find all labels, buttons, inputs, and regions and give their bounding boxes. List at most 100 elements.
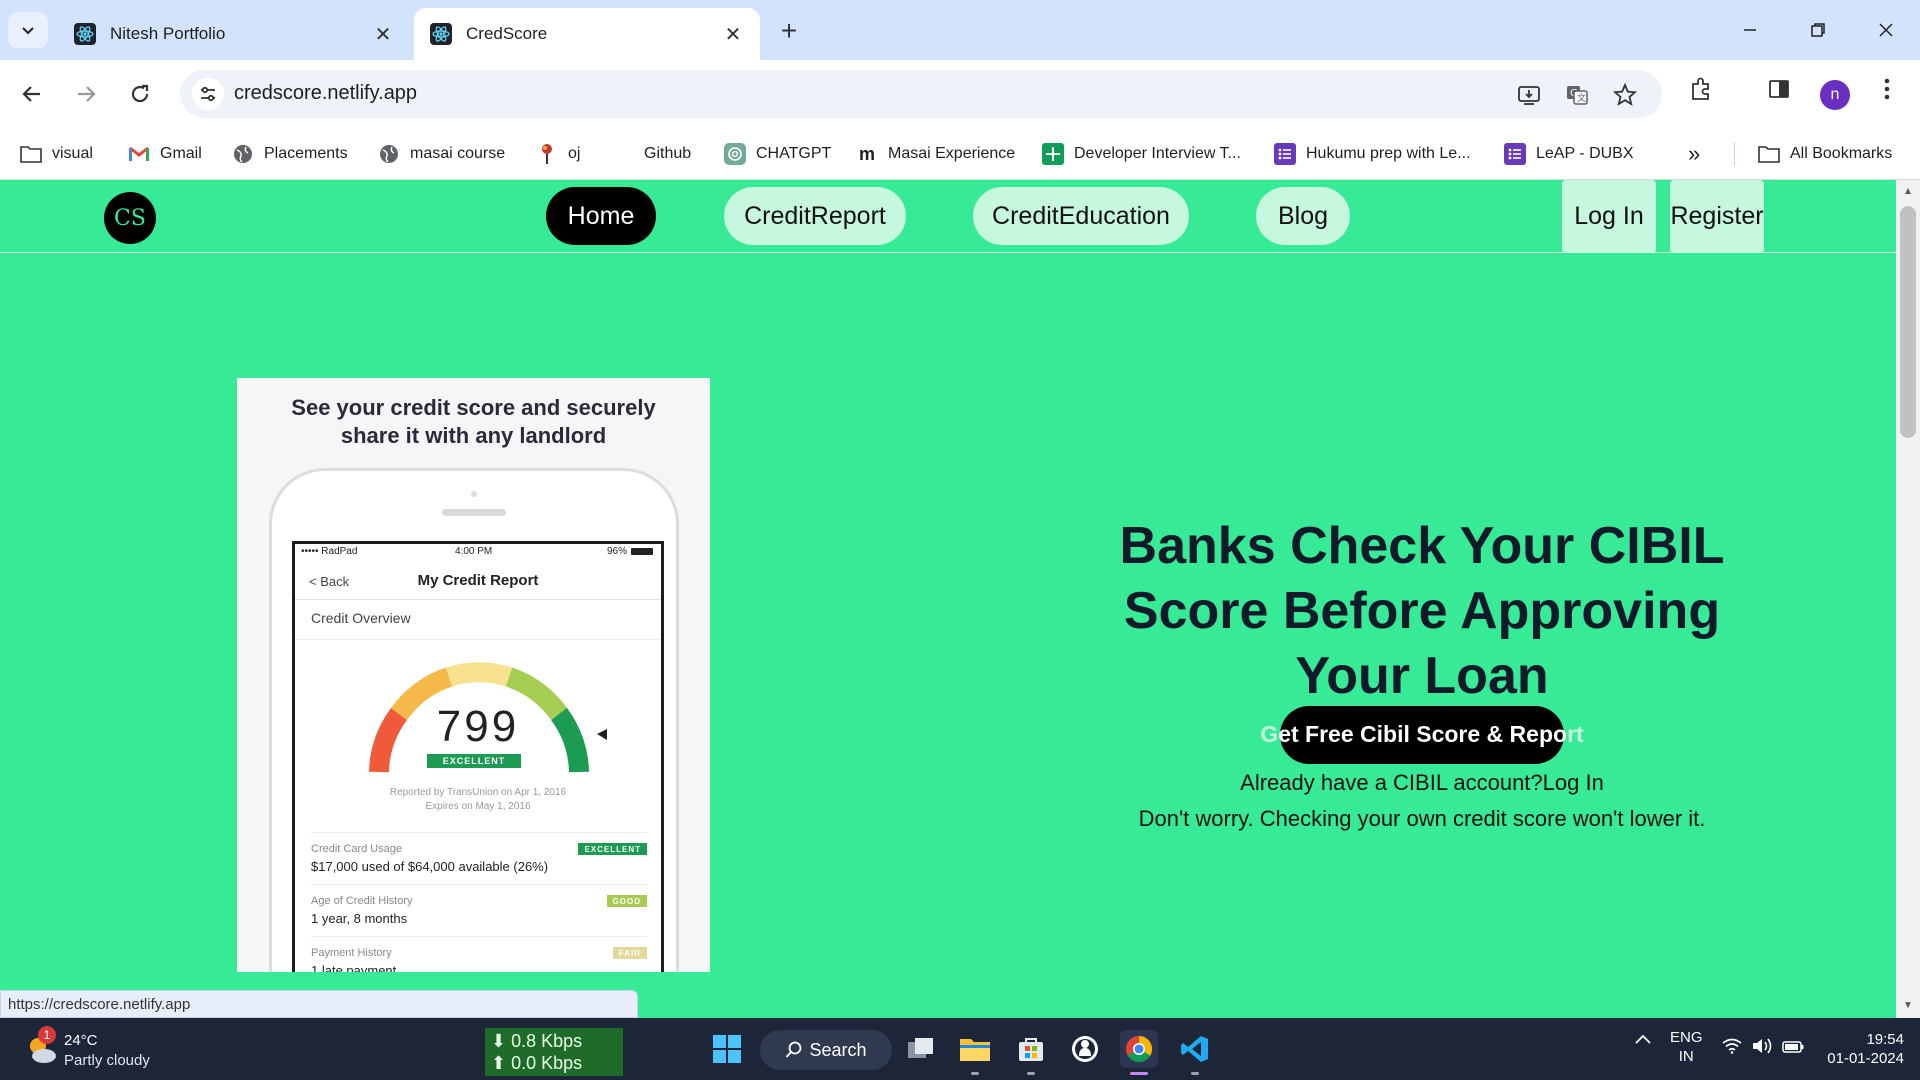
start-button[interactable] [708,1030,746,1068]
reported-line: Reported by TransUnion on Apr 1, 2016 [389,787,567,798]
profile-avatar[interactable]: n [1820,80,1850,110]
chrome-taskbar-icon[interactable] [1120,1030,1158,1068]
bookmark-github[interactable]: Github [612,140,691,168]
bookmark-visual[interactable]: visual [20,140,93,168]
close-tab-icon[interactable]: ✕ [722,23,744,46]
cta-label[interactable]: Get Free Cibil Score & Report [1200,721,1644,748]
address-bar[interactable]: credscore.netlify.app G文 [180,70,1662,118]
task-view-icon[interactable] [902,1030,940,1068]
phone-mockup: ••••• RadPad 4:00 PM 96% My Credit Repor… [269,468,679,972]
wifi-icon[interactable] [1722,1038,1742,1058]
metric-value: $17,000 used of $64,000 available (26%) [311,859,549,874]
reload-button[interactable] [120,74,160,114]
page-scrollbar[interactable]: ▲ ▼ [1896,180,1920,1018]
bookmark-developer-interview[interactable]: Developer Interview T... [1042,140,1241,168]
volume-icon[interactable] [1752,1038,1774,1058]
folder-icon [20,143,42,165]
folder-icon [1758,143,1780,165]
bookmark-oj[interactable]: oj [536,140,580,168]
bookmark-hukumu-prep[interactable]: Hukumu prep with Le... [1274,140,1471,168]
chrome-icon [1125,1035,1153,1063]
tab-search-button[interactable] [8,12,48,48]
running-indicator [971,1072,979,1075]
battery-icon [631,548,653,555]
react-icon [430,23,452,45]
new-tab-button[interactable]: + [772,14,806,48]
credit-overview-label: Credit Overview [311,610,411,626]
expires-line: Expires on May 1, 2016 [425,801,531,812]
nav-credit-report[interactable]: CreditReport [724,187,906,245]
site-logo[interactable]: CS [104,192,156,244]
battery-icon[interactable] [1782,1040,1804,1057]
scroll-up-icon[interactable]: ▲ [1902,186,1914,198]
taskbar-search[interactable]: Search [760,1030,892,1070]
bookmarks-bar: visual Gmail Placements masai course oj … [0,128,1920,180]
bookmark-placements[interactable]: Placements [232,140,348,168]
side-panel-icon[interactable] [1762,72,1796,106]
show-hidden-icons-chevron[interactable] [1634,1032,1652,1050]
tab-title: CredScore [466,24,548,43]
browser-tab-strip: Nitesh Portfolio ✕ CredScore ✕ + [0,0,1920,60]
scrollbar-thumb[interactable] [1900,206,1916,438]
pin-icon [536,143,558,165]
region-code: IN [1678,1048,1694,1065]
minimize-window-button[interactable] [1720,10,1780,50]
bookmark-label: Masai Experience [888,145,1016,162]
file-explorer-icon[interactable] [956,1030,994,1068]
screen-title: My Credit Report [417,572,539,589]
register-button[interactable]: Register [1670,180,1764,253]
microsoft-store-icon[interactable] [1012,1030,1050,1068]
tab-nitesh-portfolio[interactable]: Nitesh Portfolio ✕ [58,8,410,60]
weather-widget[interactable]: 1 24°C Partly cloudy [24,1026,184,1072]
install-app-icon[interactable] [1514,80,1544,110]
more-menu-icon[interactable] [1870,72,1904,106]
bookmark-masai-experience[interactable]: m Masai Experience [856,140,1015,168]
forms-icon [1274,143,1296,165]
back-button[interactable] [12,74,52,114]
phone-speaker [442,509,506,516]
back-link: < Back [309,574,350,589]
site-info-icon[interactable] [192,78,224,110]
react-icon [74,23,96,45]
close-tab-icon[interactable]: ✕ [372,23,394,46]
metric-value: 1 year, 8 months [311,911,408,926]
metric-age-of-credit: Age of Credit History 1 year, 8 months G… [311,884,647,932]
forward-button[interactable] [66,74,106,114]
bookmark-label: Github [644,145,692,162]
phone-camera [471,491,477,497]
more-bookmarks-chevron-icon[interactable]: » [1688,140,1700,168]
score-rating-badge: EXCELLENT [427,754,521,768]
bookmark-leap-dubx[interactable]: LeAP - DUBX [1504,140,1634,168]
all-bookmarks-button[interactable]: All Bookmarks [1758,140,1892,168]
nav-blog[interactable]: Blog [1256,187,1350,245]
hero-title-line: Banks Check Your CIBIL [1119,517,1725,575]
bookmark-star-icon[interactable] [1610,80,1640,110]
nav-credit-education[interactable]: CreditEducation [973,187,1189,245]
close-window-button[interactable] [1856,10,1916,50]
arrow-right-icon [78,86,96,102]
login-button[interactable]: Log In [1562,180,1656,253]
upload-speed: ⬆ 0.0 Kbps [491,1053,583,1073]
bookmark-label: All Bookmarks [1790,145,1893,162]
bookmark-masai-course[interactable]: masai course [378,140,505,168]
reload-icon [131,84,149,103]
translate-icon[interactable]: G文 [1562,80,1592,110]
metric-label: Age of Credit History [311,895,413,907]
vscode-icon[interactable] [1176,1030,1214,1068]
network-speed-meter: ⬇ 0.8 Kbps ⬆ 0.0 Kbps [485,1028,623,1076]
tab-credscore[interactable]: CredScore ✕ [414,8,760,60]
nav-home[interactable]: Home [546,187,656,245]
bookmark-chatgpt[interactable]: CHATGPT [724,140,831,168]
taskbar-clock[interactable]: 19:54 01-01-2024 [1818,1030,1904,1068]
github-desktop-icon[interactable] [1066,1030,1104,1068]
language-indicator[interactable]: ENG IN [1670,1028,1703,1066]
restore-window-button[interactable] [1788,10,1848,50]
extensions-icon[interactable] [1684,72,1718,106]
already-have-account-text[interactable]: Already have a CIBIL account?Log In [1050,770,1794,796]
browser-toolbar: credscore.netlify.app G文 [0,60,1920,128]
clock-time: 19:54 [1866,1031,1904,1048]
arrow-left-icon [22,86,40,102]
scroll-down-icon[interactable]: ▼ [1902,1000,1914,1012]
bookmark-gmail[interactable]: Gmail [128,140,202,168]
restore-icon [1811,23,1825,37]
